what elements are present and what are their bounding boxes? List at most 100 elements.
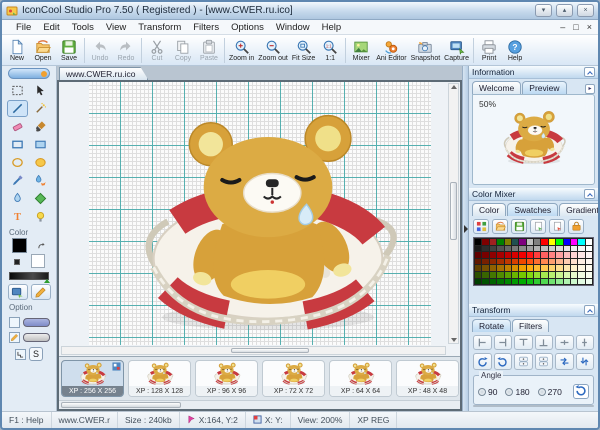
palette-color[interactable] — [489, 245, 497, 252]
palette-color[interactable] — [497, 265, 504, 271]
blur-tool[interactable] — [7, 190, 28, 207]
print-button[interactable]: Print — [476, 38, 502, 63]
palette-color[interactable] — [548, 278, 556, 285]
open-button[interactable]: Open — [30, 38, 56, 63]
minimize-button[interactable]: ▾ — [535, 4, 552, 17]
palette-color[interactable] — [519, 265, 526, 271]
edit-button[interactable] — [30, 284, 51, 300]
spinner-button[interactable] — [534, 353, 553, 370]
palette-color[interactable] — [489, 271, 497, 278]
rotate-ccw-button[interactable] — [473, 353, 492, 370]
pen-style-icon[interactable] — [8, 332, 20, 343]
mdi-close-button[interactable]: × — [583, 22, 596, 32]
palette-color[interactable] — [497, 239, 504, 245]
pen-style-dropdown[interactable] — [22, 333, 50, 342]
palette-color[interactable] — [526, 271, 533, 278]
magic-wand-tool[interactable] — [30, 100, 51, 117]
palette-color[interactable] — [570, 278, 578, 285]
export-button[interactable] — [530, 219, 546, 234]
thumbnail-xp-72-x-72[interactable]: XP : 72 X 72 — [262, 360, 325, 397]
edit-canvas[interactable] — [59, 82, 460, 356]
palette-color[interactable] — [578, 271, 585, 278]
mdi-restore-button[interactable]: □ — [569, 22, 582, 32]
tab-color[interactable]: Color — [472, 203, 507, 216]
color-mixer-collapse-button[interactable] — [584, 189, 595, 199]
thumbnail-scroll-thumb[interactable] — [61, 402, 181, 408]
palette-color[interactable] — [475, 278, 482, 285]
palette-color[interactable] — [511, 265, 519, 271]
palette-color[interactable] — [526, 252, 533, 258]
palette-color[interactable] — [482, 239, 489, 245]
text-tool[interactable]: T — [7, 208, 28, 225]
palette-color[interactable] — [556, 278, 563, 285]
palette-color[interactable] — [504, 278, 511, 285]
zoom-in-button[interactable]: Zoom in — [227, 38, 256, 63]
import-button[interactable] — [549, 219, 565, 234]
help-button[interactable]: ? Help — [502, 38, 528, 63]
palette-color[interactable] — [541, 245, 548, 252]
tab-filters[interactable]: Filters — [512, 319, 550, 332]
palette-color[interactable] — [563, 258, 570, 265]
default-colors-icon[interactable] — [14, 259, 20, 265]
palette-color[interactable] — [563, 239, 570, 245]
palette-color[interactable] — [548, 239, 556, 245]
canvas-vertical-scrollbar[interactable] — [448, 83, 459, 344]
palette-color[interactable] — [556, 271, 563, 278]
gradient-marker[interactable] — [44, 279, 50, 283]
palette-color[interactable] — [585, 265, 592, 271]
palette-color[interactable] — [489, 278, 497, 285]
smooth-button[interactable]: S — [29, 347, 43, 361]
panel-scrollbar[interactable] — [473, 405, 594, 407]
palette-color[interactable] — [489, 239, 497, 245]
angle-option-270[interactable]: 270 — [537, 387, 562, 397]
palette-color[interactable] — [556, 252, 563, 258]
palette-color[interactable] — [585, 278, 592, 285]
zoom-out-button[interactable]: Zoom out — [256, 38, 290, 63]
palette-color[interactable] — [585, 245, 592, 252]
paste-button[interactable]: Paste — [196, 38, 222, 63]
save-button[interactable]: Save — [56, 38, 82, 63]
select-tool[interactable] — [7, 82, 28, 99]
flip-horizontal-button[interactable] — [555, 353, 574, 370]
scroll-up-icon[interactable] — [451, 85, 457, 89]
thumbnail-xp-256-x-256[interactable]: XP : 256 X 256 — [61, 360, 124, 397]
palette-color[interactable] — [511, 271, 519, 278]
palette-color[interactable] — [548, 271, 556, 278]
1-1-button[interactable]: 1:1 1:1 — [317, 38, 343, 63]
palette-color[interactable] — [534, 245, 541, 252]
palette-color[interactable] — [511, 245, 519, 252]
palette-color[interactable] — [548, 252, 556, 258]
information-collapse-button[interactable] — [584, 67, 595, 77]
align-top-button[interactable] — [514, 335, 533, 350]
new-button[interactable]: New — [4, 38, 30, 63]
palette-color[interactable] — [556, 265, 563, 271]
angle-radio-90[interactable] — [478, 387, 486, 396]
palette-color[interactable] — [570, 239, 578, 245]
palette-color[interactable] — [570, 258, 578, 265]
palette-color[interactable] — [482, 278, 489, 285]
palette-color[interactable] — [570, 265, 578, 271]
fit-size-button[interactable]: Fit Size — [290, 38, 317, 63]
palette-color[interactable] — [526, 265, 533, 271]
palette-color[interactable] — [563, 271, 570, 278]
palette-color[interactable] — [578, 252, 585, 258]
palette-color[interactable] — [563, 245, 570, 252]
palette-color[interactable] — [482, 265, 489, 271]
canvas-horizontal-scrollbar[interactable] — [61, 346, 446, 355]
palette-color[interactable] — [475, 258, 482, 265]
palette-color[interactable] — [489, 258, 497, 265]
rectangle-tool[interactable] — [7, 136, 28, 153]
brush-tool[interactable] — [30, 118, 51, 135]
menu-transform[interactable]: Transform — [132, 20, 187, 34]
palette-color[interactable] — [497, 271, 504, 278]
horizontal-scroll-thumb[interactable] — [230, 348, 309, 353]
palette-color[interactable] — [504, 239, 511, 245]
thumbnail-xp-96-x-96[interactable]: XP : 96 X 96 — [195, 360, 258, 397]
palette-color[interactable] — [482, 252, 489, 258]
apply-rotate-button[interactable] — [573, 384, 589, 399]
tool-palette-grip[interactable] — [8, 68, 50, 79]
palette-color[interactable] — [585, 271, 592, 278]
menu-window[interactable]: Window — [270, 20, 316, 34]
align-bottom-button[interactable] — [534, 335, 553, 350]
thumbnail-scrollbar[interactable] — [59, 400, 460, 409]
